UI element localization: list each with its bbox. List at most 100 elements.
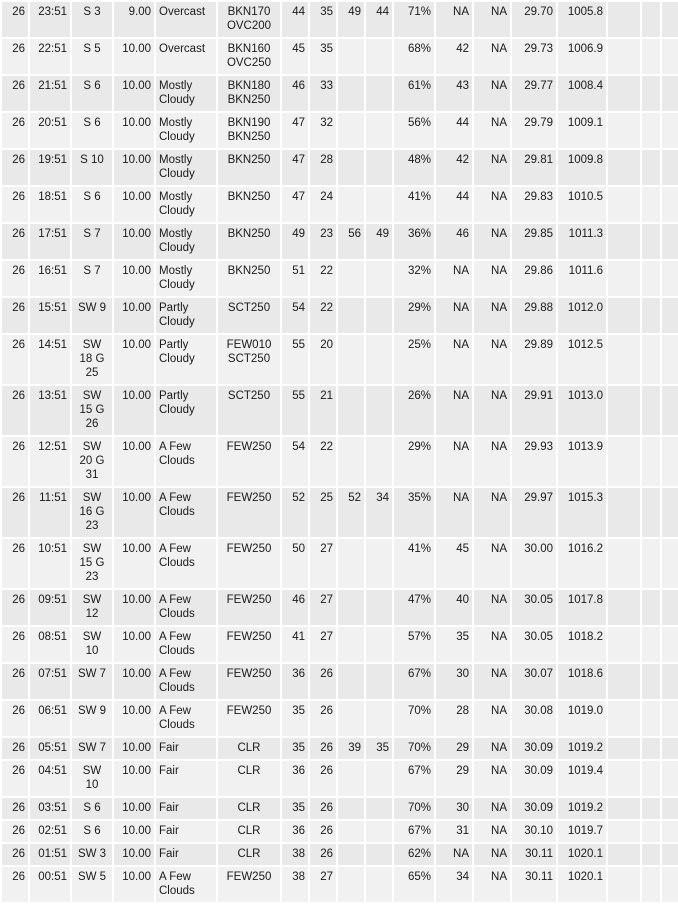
cell-precip-3hr — [642, 298, 660, 333]
cell-precip-3hr — [642, 2, 660, 37]
cell-precip-3hr — [642, 437, 660, 486]
cell-min-temp-6hr — [366, 701, 392, 736]
cell-precip-1hr — [608, 2, 640, 37]
cell-time: 19:51 — [30, 150, 70, 185]
table-row: 26 05:51 SW 7 10.00 Fair CLR 35 26 39 35 70% 29 NA 30… — [2, 738, 678, 759]
cell-precip-3hr — [642, 539, 660, 588]
cell-precip-3hr — [642, 761, 660, 796]
cell-max-temp-6hr — [338, 761, 364, 796]
cell-precip-6hr — [662, 821, 678, 842]
cell-altimeter: 29.81 — [512, 150, 556, 185]
cell-relative-humidity: 70% — [394, 798, 434, 819]
cell-day: 26 — [2, 335, 28, 384]
cell-precip-3hr — [642, 261, 660, 296]
cell-sea-level-pressure: 1017.8 — [558, 590, 606, 625]
cell-min-temp-6hr — [366, 539, 392, 588]
cell-sea-level-pressure: 1018.2 — [558, 627, 606, 662]
table-row: 26 15:51 SW 9 10.00 Partly Cloudy SCT250 54 22 2… — [2, 298, 678, 333]
cell-sky-condition: BKN250 — [218, 187, 280, 222]
cell-altimeter: 30.05 — [512, 627, 556, 662]
cell-altimeter: 30.09 — [512, 761, 556, 796]
cell-wind: SW 5 — [72, 867, 112, 902]
table-row: 26 16:51 S 7 10.00 Mostly Cloudy BKN250 51 22 32… — [2, 261, 678, 296]
cell-precip-3hr — [642, 664, 660, 699]
cell-precip-6hr — [662, 39, 678, 74]
cell-sky-condition: CLR — [218, 738, 280, 759]
cell-air-temp: 38 — [282, 844, 308, 865]
cell-day: 26 — [2, 224, 28, 259]
cell-max-temp-6hr — [338, 867, 364, 902]
cell-max-temp-6hr — [338, 386, 364, 435]
cell-altimeter: 29.93 — [512, 437, 556, 486]
cell-dewpoint: 23 — [310, 224, 336, 259]
cell-sea-level-pressure: 1006.9 — [558, 39, 606, 74]
cell-sea-level-pressure: 1012.0 — [558, 298, 606, 333]
cell-sky-condition: FEW250 — [218, 437, 280, 486]
cell-air-temp: 36 — [282, 821, 308, 842]
cell-precip-1hr — [608, 701, 640, 736]
cell-altimeter: 30.00 — [512, 539, 556, 588]
cell-sky-condition: FEW250 — [218, 590, 280, 625]
cell-max-temp-6hr — [338, 798, 364, 819]
cell-air-temp: 46 — [282, 590, 308, 625]
cell-altimeter: 29.97 — [512, 488, 556, 537]
cell-altimeter: 30.07 — [512, 664, 556, 699]
cell-time: 20:51 — [30, 113, 70, 148]
cell-weather: Fair — [156, 798, 216, 819]
cell-dewpoint: 26 — [310, 664, 336, 699]
cell-precip-6hr — [662, 488, 678, 537]
cell-sky-condition: FEW250 — [218, 867, 280, 902]
cell-dewpoint: 26 — [310, 844, 336, 865]
cell-time: 21:51 — [30, 76, 70, 111]
cell-wind-chill: 35 — [436, 627, 472, 662]
cell-sea-level-pressure: 1009.1 — [558, 113, 606, 148]
cell-time: 13:51 — [30, 386, 70, 435]
cell-altimeter: 30.09 — [512, 738, 556, 759]
cell-heat-index: NA — [474, 701, 510, 736]
cell-sky-condition: CLR — [218, 761, 280, 796]
cell-visibility: 10.00 — [114, 844, 154, 865]
cell-sea-level-pressure: 1019.2 — [558, 738, 606, 759]
cell-min-temp-6hr — [366, 298, 392, 333]
cell-day: 26 — [2, 488, 28, 537]
cell-sea-level-pressure: 1019.2 — [558, 798, 606, 819]
cell-relative-humidity: 36% — [394, 224, 434, 259]
cell-day: 26 — [2, 798, 28, 819]
cell-weather: Mostly Cloudy — [156, 150, 216, 185]
cell-visibility: 10.00 — [114, 488, 154, 537]
cell-precip-1hr — [608, 627, 640, 662]
cell-relative-humidity: 35% — [394, 488, 434, 537]
cell-day: 26 — [2, 664, 28, 699]
cell-precip-3hr — [642, 187, 660, 222]
cell-air-temp: 44 — [282, 2, 308, 37]
cell-precip-1hr — [608, 738, 640, 759]
cell-sky-condition: FEW250 — [218, 664, 280, 699]
cell-min-temp-6hr: 34 — [366, 488, 392, 537]
cell-min-temp-6hr — [366, 261, 392, 296]
cell-precip-6hr — [662, 701, 678, 736]
cell-time: 22:51 — [30, 39, 70, 74]
cell-wind: S 6 — [72, 187, 112, 222]
cell-max-temp-6hr: 52 — [338, 488, 364, 537]
cell-precip-6hr — [662, 261, 678, 296]
cell-weather: A Few Clouds — [156, 590, 216, 625]
cell-relative-humidity: 57% — [394, 627, 434, 662]
cell-sea-level-pressure: 1005.8 — [558, 2, 606, 37]
cell-dewpoint: 20 — [310, 335, 336, 384]
cell-wind: SW 10 — [72, 761, 112, 796]
cell-min-temp-6hr — [366, 590, 392, 625]
cell-weather: A Few Clouds — [156, 664, 216, 699]
cell-dewpoint: 27 — [310, 867, 336, 902]
cell-weather: A Few Clouds — [156, 437, 216, 486]
cell-visibility: 10.00 — [114, 39, 154, 74]
table-row: 26 12:51 SW 20 G 31 10.00 A Few Clouds FEW250… — [2, 437, 678, 486]
cell-min-temp-6hr — [366, 627, 392, 662]
cell-heat-index: NA — [474, 298, 510, 333]
cell-weather: A Few Clouds — [156, 627, 216, 662]
cell-sky-condition: BKN190 BKN250 — [218, 113, 280, 148]
table-row: 26 22:51 S 5 10.00 Overcast BKN160 OVC250 45 35… — [2, 39, 678, 74]
cell-wind-chill: 34 — [436, 867, 472, 902]
cell-wind-chill: NA — [436, 261, 472, 296]
table-row: 26 14:51 SW 18 G 25 10.00 Partly Cloudy FEW01… — [2, 335, 678, 384]
cell-dewpoint: 35 — [310, 39, 336, 74]
